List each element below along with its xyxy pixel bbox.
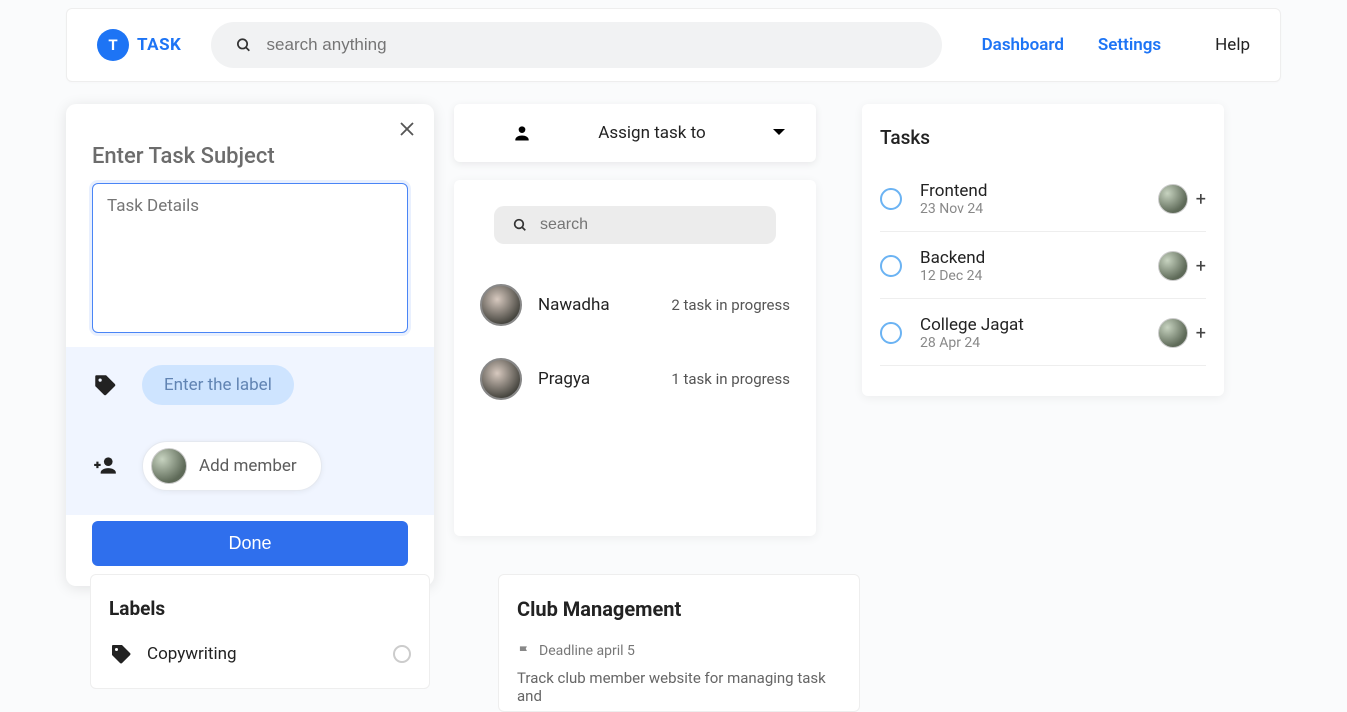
task-date: 28 Apr 24 xyxy=(920,335,1158,351)
task-details-input[interactable] xyxy=(107,196,393,316)
avatar xyxy=(480,358,522,400)
avatar xyxy=(480,284,522,326)
add-assignee-button[interactable]: + xyxy=(1196,189,1206,210)
assign-person-meta: 1 task in progress xyxy=(671,370,790,388)
assign-task-dropdown[interactable]: Assign task to xyxy=(454,104,816,162)
assign-person[interactable]: Nawadha 2 task in progress xyxy=(480,268,790,342)
task-row[interactable]: Frontend 23 Nov 24 + xyxy=(880,165,1206,232)
club-deadline: Deadline april 5 xyxy=(517,643,841,659)
assign-task-label: Assign task to xyxy=(598,123,705,143)
nav-settings[interactable]: Settings xyxy=(1098,35,1161,55)
add-assignee-button[interactable]: + xyxy=(1196,323,1206,344)
nav-dashboard[interactable]: Dashboard xyxy=(982,35,1064,55)
avatar xyxy=(1158,184,1188,214)
logo-text: TASK xyxy=(137,35,181,55)
global-search[interactable] xyxy=(211,22,941,68)
task-date: 12 Dec 24 xyxy=(920,268,1158,284)
label-input-pill[interactable]: Enter the label xyxy=(142,365,294,405)
chevron-down-icon xyxy=(772,128,786,138)
create-task-title: Enter Task Subject xyxy=(66,104,434,183)
club-management-card: Club Management Deadline april 5 Track c… xyxy=(498,574,860,712)
assign-person-name: Pragya xyxy=(538,369,590,389)
app-header: T TASK Dashboard Settings Help xyxy=(66,8,1281,82)
create-task-card: Enter Task Subject Enter the label Add m… xyxy=(66,104,434,586)
avatar xyxy=(1158,318,1188,348)
avatar xyxy=(1158,251,1188,281)
close-icon[interactable] xyxy=(400,122,414,136)
done-button[interactable]: Done xyxy=(92,521,408,566)
header-nav: Dashboard Settings Help xyxy=(982,35,1250,55)
radio-icon[interactable] xyxy=(880,188,902,210)
avatar xyxy=(151,448,187,484)
club-description: Track club member website for managing t… xyxy=(517,669,841,705)
tasks-heading: Tasks xyxy=(880,126,1206,149)
task-name: Frontend xyxy=(920,181,1158,201)
flag-icon xyxy=(517,644,531,658)
task-member-row: Add member xyxy=(66,423,434,515)
assign-person-meta: 2 task in progress xyxy=(671,296,790,314)
assign-search[interactable] xyxy=(494,206,776,244)
task-name: College Jagat xyxy=(920,315,1158,335)
person-icon xyxy=(512,123,532,143)
person-add-icon xyxy=(92,453,118,479)
tag-icon xyxy=(92,372,118,398)
add-member-label: Add member xyxy=(199,456,297,476)
label-row[interactable]: Copywriting xyxy=(109,642,411,666)
logo[interactable]: T TASK xyxy=(97,29,181,61)
club-deadline-text: Deadline april 5 xyxy=(539,643,635,659)
assign-list-panel: Nawadha 2 task in progress Pragya 1 task… xyxy=(454,180,816,536)
task-row[interactable]: Backend 12 Dec 24 + xyxy=(880,232,1206,299)
add-member-pill[interactable]: Add member xyxy=(142,441,322,491)
global-search-input[interactable] xyxy=(267,35,918,55)
radio-icon[interactable] xyxy=(393,645,411,663)
labels-panel: Labels Copywriting xyxy=(90,574,430,689)
tag-icon xyxy=(109,642,133,666)
tasks-panel: Tasks Frontend 23 Nov 24 + Backend 12 De… xyxy=(862,104,1224,396)
label-name: Copywriting xyxy=(147,644,237,664)
radio-icon[interactable] xyxy=(880,255,902,277)
task-label-row: Enter the label xyxy=(66,347,434,423)
nav-help[interactable]: Help xyxy=(1215,35,1250,55)
assign-person[interactable]: Pragya 1 task in progress xyxy=(480,342,790,416)
add-assignee-button[interactable]: + xyxy=(1196,256,1206,277)
task-name: Backend xyxy=(920,248,1158,268)
radio-icon[interactable] xyxy=(880,322,902,344)
search-icon xyxy=(512,216,528,234)
search-icon xyxy=(235,36,252,54)
logo-badge: T xyxy=(97,29,129,61)
assign-person-name: Nawadha xyxy=(538,295,610,315)
club-heading: Club Management xyxy=(517,597,841,621)
labels-heading: Labels xyxy=(109,597,411,620)
task-date: 23 Nov 24 xyxy=(920,201,1158,217)
assign-search-input[interactable] xyxy=(540,216,758,234)
task-details-field[interactable] xyxy=(92,183,408,333)
task-row[interactable]: College Jagat 28 Apr 24 + xyxy=(880,299,1206,366)
